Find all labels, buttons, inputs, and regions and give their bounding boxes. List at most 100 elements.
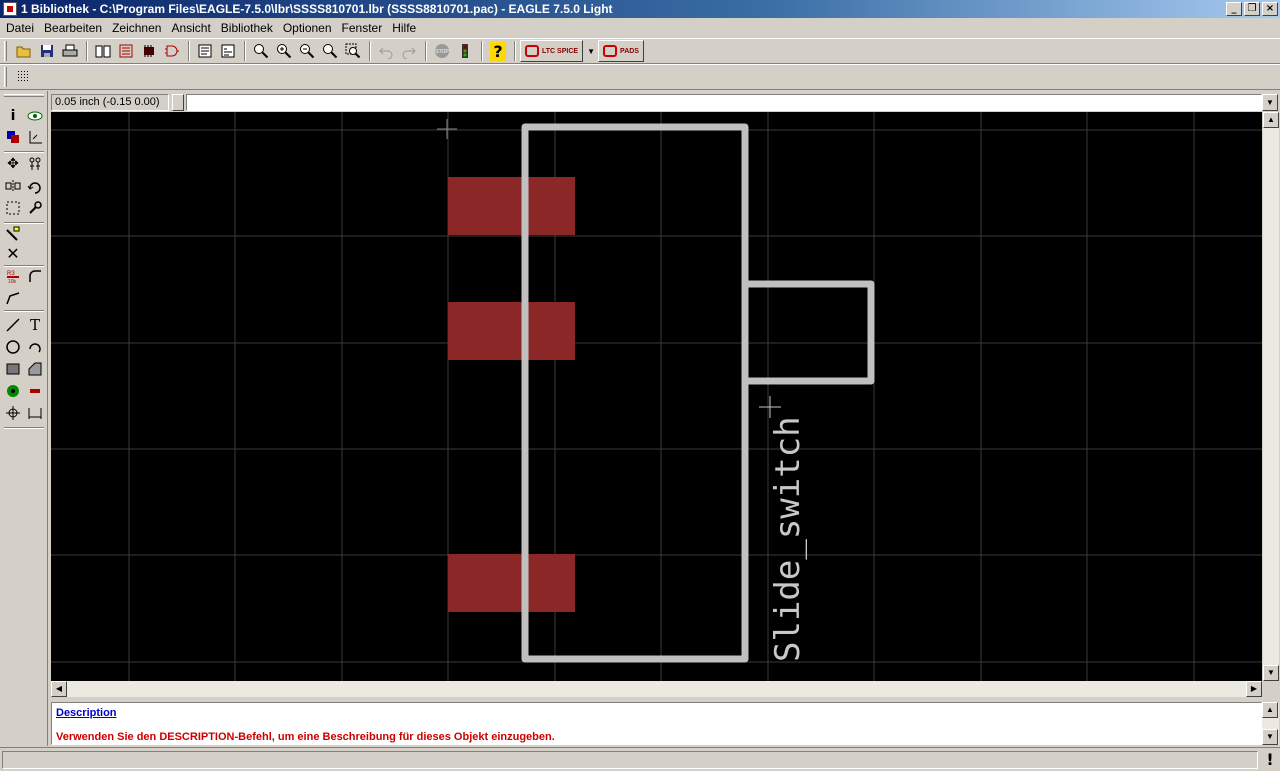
mark-tool[interactable] (25, 127, 45, 147)
ltspice-button[interactable]: LTC SPICE (520, 40, 584, 62)
split-tool[interactable] (3, 288, 23, 308)
script-button[interactable] (194, 40, 216, 62)
menu-fenster[interactable]: Fenster (338, 21, 387, 35)
hole-tool[interactable] (3, 403, 23, 423)
status-bar: ! (0, 747, 1280, 771)
miter-tool[interactable] (25, 266, 45, 286)
command-dropdown[interactable]: ▼ (1262, 94, 1278, 111)
zoom-in-button[interactable] (273, 40, 295, 62)
scroll-down-button[interactable]: ▼ (1263, 665, 1279, 681)
stop-label: STOP (435, 49, 449, 55)
miter-icon (29, 270, 41, 282)
toolbar-grip[interactable] (4, 41, 7, 61)
description-hint: Verwenden Sie den DESCRIPTION-Befehl, um… (56, 731, 555, 743)
menu-datei[interactable]: Datei (2, 21, 38, 35)
ulp-icon (221, 44, 235, 58)
display-tool[interactable] (3, 127, 23, 147)
status-indicator[interactable]: ! (1262, 751, 1278, 769)
text-tool[interactable]: T (25, 315, 45, 335)
dimension-tool[interactable] (25, 403, 45, 423)
help-icon: ? (490, 41, 506, 61)
canvas-vertical-scrollbar[interactable]: ▲ ▼ (1262, 112, 1279, 681)
save-button[interactable] (36, 40, 58, 62)
redraw-button[interactable] (319, 40, 341, 62)
package-name-label[interactable]: Slide_switch (768, 416, 808, 662)
close-button[interactable]: × (1262, 2, 1278, 16)
schematic-button[interactable] (115, 40, 137, 62)
change-tool[interactable] (25, 198, 45, 218)
drawing-canvas[interactable]: Slide_switch (51, 112, 1262, 681)
show-tool[interactable] (25, 106, 45, 126)
ltspice-dropdown[interactable]: ▼ (585, 40, 597, 62)
wire-tool[interactable] (3, 315, 23, 335)
smd-pads (448, 177, 575, 612)
main-toolbar: STOP ? LTC SPICE ▼ PADS (0, 38, 1280, 64)
menu-optionen[interactable]: Optionen (279, 21, 336, 35)
pad-tool[interactable] (3, 381, 23, 401)
command-input[interactable] (186, 94, 1262, 111)
name-tool[interactable]: R3 10k (3, 266, 23, 286)
gate-button[interactable] (161, 40, 183, 62)
toolbar-grip[interactable] (4, 94, 44, 97)
zoom-fit-button[interactable] (250, 40, 272, 62)
canvas-horizontal-scrollbar[interactable]: ◀ ▶ (51, 681, 1262, 697)
copy-tool[interactable] (25, 154, 45, 174)
grid-button[interactable] (13, 66, 35, 88)
open-library-button[interactable] (92, 40, 114, 62)
smd-tool[interactable] (25, 381, 45, 401)
menu-hilfe[interactable]: Hilfe (388, 21, 420, 35)
smd-pad-2[interactable] (448, 302, 575, 360)
scroll-down-button[interactable]: ▼ (1262, 729, 1278, 745)
board-button[interactable] (138, 40, 160, 62)
redo-button[interactable] (398, 40, 420, 62)
rotate-tool[interactable] (25, 176, 45, 196)
help-button[interactable]: ? (487, 40, 509, 62)
scroll-left-button[interactable]: ◀ (51, 681, 67, 697)
zoom-fit-icon (254, 44, 269, 59)
circle-tool[interactable] (3, 337, 23, 357)
pad-icon (7, 385, 19, 397)
mirror-icon (5, 180, 21, 192)
menu-bearbeiten[interactable]: Bearbeiten (40, 21, 106, 35)
scroll-right-button[interactable]: ▶ (1246, 681, 1262, 697)
zoom-out-icon (300, 44, 315, 59)
open-button[interactable] (13, 40, 35, 62)
undo-icon (379, 47, 393, 59)
ulp-button[interactable] (217, 40, 239, 62)
paste-tool[interactable] (3, 224, 23, 244)
rect-tool[interactable] (3, 359, 23, 379)
app-icon[interactable] (3, 2, 17, 16)
menu-zeichnen[interactable]: Zeichnen (108, 21, 165, 35)
arc-tool[interactable] (25, 337, 45, 357)
maximize-button[interactable]: ❐ (1244, 2, 1260, 16)
mirror-tool[interactable] (3, 176, 23, 196)
toolbar-grip[interactable] (4, 67, 7, 87)
minimize-button[interactable]: _ (1226, 2, 1242, 16)
zoom-out-button[interactable] (296, 40, 318, 62)
command-history-button[interactable] (172, 94, 184, 111)
pads-button[interactable]: PADS (598, 40, 644, 62)
delete-tool[interactable]: ✕ (3, 243, 23, 263)
polygon-tool[interactable] (25, 359, 45, 379)
go-button[interactable] (454, 40, 476, 62)
smd-pad-1[interactable] (448, 177, 575, 235)
move-tool[interactable]: ✥ (3, 154, 23, 174)
description-link[interactable]: Description (56, 707, 1257, 719)
actuator-outline[interactable] (745, 280, 875, 385)
menu-ansicht[interactable]: Ansicht (167, 21, 214, 35)
zoom-select-button[interactable] (342, 40, 364, 62)
stop-button[interactable]: STOP (431, 40, 453, 62)
undo-button[interactable] (375, 40, 397, 62)
description-scrollbar[interactable]: ▲ ▼ (1262, 702, 1279, 745)
scroll-up-button[interactable]: ▲ (1262, 702, 1278, 718)
info-tool[interactable]: i (3, 106, 23, 126)
menu-bibliothek[interactable]: Bibliothek (217, 21, 277, 35)
print-button[interactable] (59, 40, 81, 62)
text-icon: T (29, 316, 40, 334)
scroll-up-button[interactable]: ▲ (1263, 112, 1279, 128)
group-tool[interactable] (3, 198, 23, 218)
parameter-toolbar (0, 64, 1280, 90)
panel-separator (4, 427, 44, 429)
smd-pad-3[interactable] (448, 554, 575, 612)
schematic-icon (119, 44, 133, 58)
